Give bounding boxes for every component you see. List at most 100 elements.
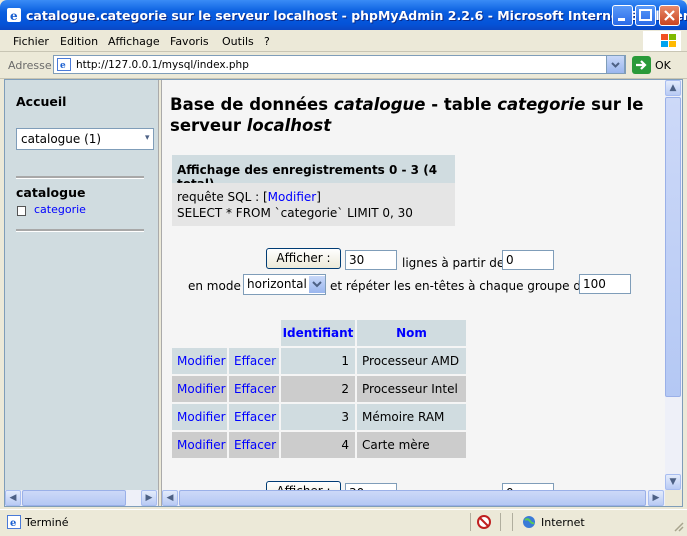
row-delete-link[interactable]: Effacer xyxy=(229,348,279,374)
scroll-down-icon[interactable]: ▼ xyxy=(665,474,681,490)
scroll-left-icon[interactable]: ◀ xyxy=(162,490,178,506)
records-info-header: Affichage des enregistrements 0 - 3 (4 t… xyxy=(172,155,455,191)
svg-text:e: e xyxy=(60,61,66,71)
show-button[interactable]: Afficher : xyxy=(266,248,341,269)
status-text: Terminé xyxy=(25,516,69,529)
scroll-corner xyxy=(665,490,682,506)
row-id: 1 xyxy=(281,348,355,374)
scroll-right-icon[interactable]: ▶ xyxy=(648,490,664,506)
rows-count-input-bottom[interactable]: 30 xyxy=(345,483,397,490)
row-delete-link[interactable]: Effacer xyxy=(229,404,279,430)
page-done-icon: e xyxy=(7,515,21,529)
menu-bar: Fichier Edition Affichage Favoris Outils… xyxy=(0,30,687,52)
zone-text: Internet xyxy=(541,516,585,529)
column-header-nom[interactable]: Nom xyxy=(357,320,466,346)
divider xyxy=(16,229,144,232)
address-dropdown-button[interactable] xyxy=(606,55,625,74)
page-icon: e xyxy=(57,58,71,71)
menu-fichier[interactable]: Fichier xyxy=(13,35,49,48)
title-db: catalogue xyxy=(333,95,426,114)
divider xyxy=(512,513,513,531)
divider xyxy=(500,513,501,531)
main-horizontal-scrollbar[interactable]: ◀ ▶ xyxy=(162,490,665,506)
row-nom: Carte mère xyxy=(357,432,466,458)
sql-query-box: requête SQL : [Modifier] SELECT * FROM `… xyxy=(172,183,455,226)
address-input[interactable]: e http://127.0.0.1/mysql/index.php xyxy=(53,55,626,74)
chevron-down-icon xyxy=(309,276,325,293)
sql-modify-link[interactable]: Modifier xyxy=(268,190,317,204)
menu-help[interactable]: ? xyxy=(264,35,270,48)
bottom-nav-form-clipped: Afficher : 30 0 xyxy=(162,478,665,490)
scroll-right-icon[interactable]: ▶ xyxy=(141,490,157,506)
row-id: 3 xyxy=(281,404,355,430)
address-label: Adresse xyxy=(8,59,52,72)
row-id: 2 xyxy=(281,376,355,402)
sql-bracket: ] xyxy=(316,190,321,204)
horizontal-scroll-thumb[interactable] xyxy=(179,490,646,506)
address-bar: Adresse e http://127.0.0.1/mysql/index.p… xyxy=(0,52,687,79)
table-icon[interactable] xyxy=(17,206,26,216)
close-button[interactable] xyxy=(659,5,680,26)
internet-explorer-icon: e xyxy=(6,7,22,23)
maximize-button[interactable] xyxy=(635,5,656,26)
resize-grip-icon[interactable] xyxy=(672,520,684,532)
menu-outils[interactable]: Outils xyxy=(222,35,254,48)
chevron-down-icon: ▾ xyxy=(145,133,150,143)
row-edit-link[interactable]: Modifier xyxy=(172,432,227,458)
column-header-identifiant[interactable]: Identifiant xyxy=(281,320,355,346)
divider xyxy=(470,513,471,531)
title-part: Base de données xyxy=(170,95,334,114)
windows-logo-icon xyxy=(643,31,681,51)
rows-label: lignes à partir de xyxy=(402,256,505,270)
start-row-input-bottom[interactable]: 0 xyxy=(502,483,554,490)
go-button[interactable]: OK xyxy=(655,59,671,72)
address-url: http://127.0.0.1/mysql/index.php xyxy=(76,59,249,71)
horizontal-scroll-thumb[interactable] xyxy=(22,490,126,506)
row-nom: Processeur AMD xyxy=(357,348,466,374)
title-part: - table xyxy=(425,95,498,114)
minimize-button[interactable] xyxy=(612,5,633,26)
menu-edition[interactable]: Edition xyxy=(60,35,98,48)
mode-select[interactable]: horizontal xyxy=(243,274,326,295)
row-delete-link[interactable]: Effacer xyxy=(229,432,279,458)
menu-affichage[interactable]: Affichage xyxy=(108,35,160,48)
row-delete-link[interactable]: Effacer xyxy=(229,376,279,402)
start-row-input[interactable]: 0 xyxy=(502,250,554,270)
database-select-value: catalogue (1) xyxy=(21,132,102,146)
show-button-bottom[interactable]: Afficher : xyxy=(266,481,341,490)
repeat-headers-label: et répéter les en-têtes à chaque groupe … xyxy=(330,279,589,293)
mode-label: en mode xyxy=(188,279,241,293)
database-name[interactable]: catalogue xyxy=(16,185,85,200)
menu-favoris[interactable]: Favoris xyxy=(170,35,209,48)
vertical-scroll-thumb[interactable] xyxy=(665,97,681,397)
row-id: 4 xyxy=(281,432,355,458)
table-link-categorie[interactable]: categorie xyxy=(34,203,86,216)
scroll-up-icon[interactable]: ▲ xyxy=(665,80,681,96)
sql-query: SELECT * FROM `categorie` LIMIT 0, 30 xyxy=(177,206,413,220)
database-select[interactable]: catalogue (1) ▾ xyxy=(16,128,154,150)
title-server: localhost xyxy=(246,116,332,135)
window-title: catalogue.categorie sur le serveur local… xyxy=(26,8,687,23)
row-edit-link[interactable]: Modifier xyxy=(172,376,227,402)
row-nom: Processeur Intel xyxy=(357,376,466,402)
divider xyxy=(16,176,144,179)
status-bar: e Terminé Internet xyxy=(0,509,687,536)
rows-count-input[interactable]: 30 xyxy=(345,250,397,270)
scroll-left-icon[interactable]: ◀ xyxy=(5,490,21,506)
row-edit-link[interactable]: Modifier xyxy=(172,348,227,374)
go-arrow-icon[interactable] xyxy=(632,56,651,74)
title-table: categorie xyxy=(497,95,586,114)
svg-text:e: e xyxy=(10,9,18,23)
mode-select-value: horizontal xyxy=(247,277,307,291)
left-horizontal-scrollbar[interactable]: ◀ ▶ xyxy=(5,490,158,506)
title-bar[interactable]: e catalogue.categorie sur le serveur loc… xyxy=(0,0,687,30)
blocked-popup-icon[interactable] xyxy=(476,514,492,530)
sql-label-line: requête SQL : [Modifier] xyxy=(177,190,321,204)
row-nom: Mémoire RAM xyxy=(357,404,466,430)
vertical-scrollbar[interactable]: ▲ ▼ xyxy=(665,80,682,490)
repeat-headers-input[interactable]: 100 xyxy=(579,274,631,294)
home-link[interactable]: Accueil xyxy=(16,94,66,109)
internet-zone-icon xyxy=(522,515,536,529)
row-edit-link[interactable]: Modifier xyxy=(172,404,227,430)
page-title: Base de données catalogue - table catego… xyxy=(170,94,660,136)
